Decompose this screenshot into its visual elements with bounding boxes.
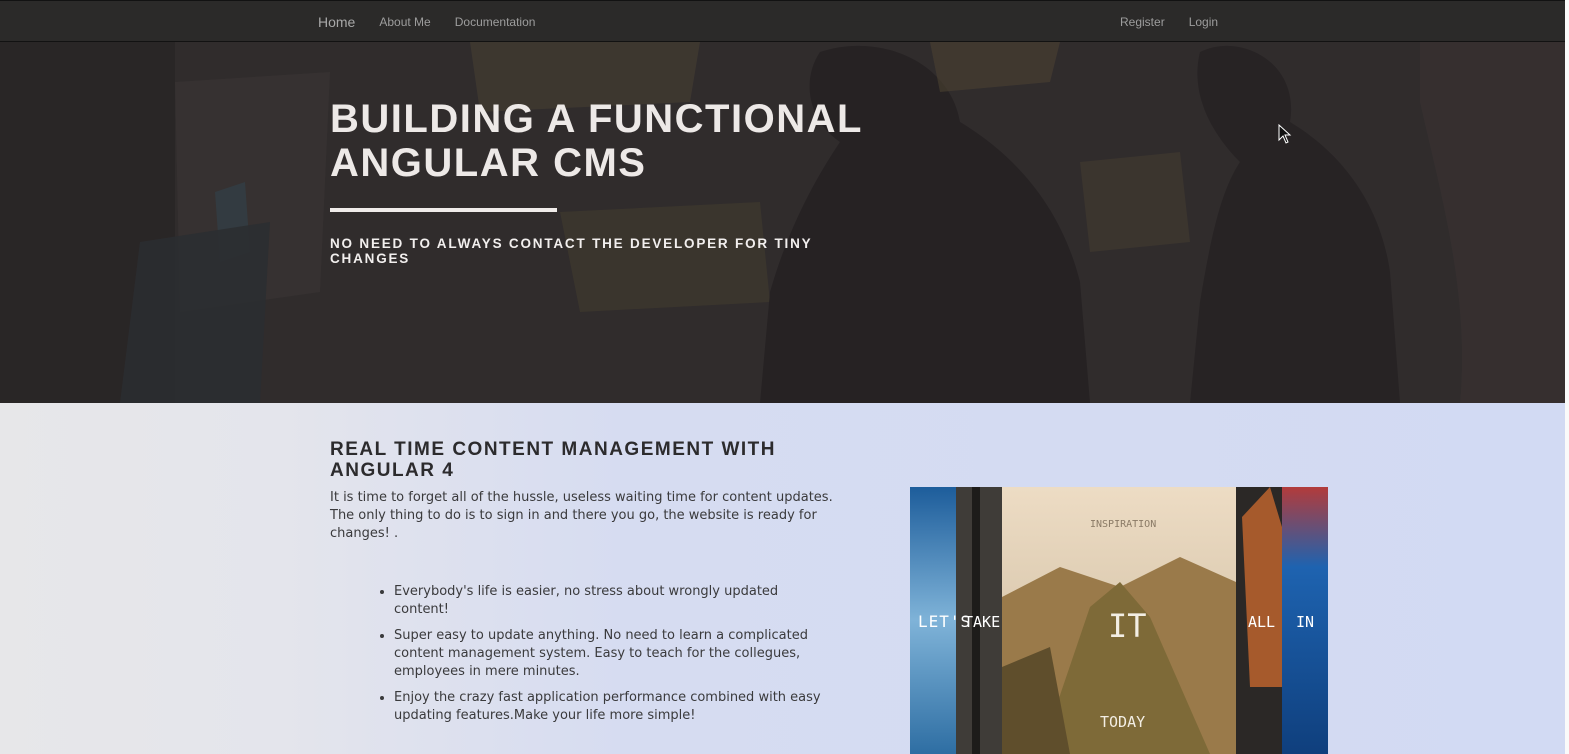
mouse-cursor-icon: [1278, 124, 1292, 144]
hero-subtitle: NO NEED TO ALWAYS CONTACT THE DEVELOPER …: [330, 236, 813, 266]
hero-title: BUILDING A FUNCTIONAL ANGULAR CMS: [330, 97, 863, 185]
list-item: Super easy to update anything. No need t…: [394, 627, 824, 681]
feature-list: Everybody's life is easier, no stress ab…: [376, 583, 824, 733]
nav-register-link[interactable]: Register: [1120, 15, 1165, 29]
nav-left-group: Home About Me Documentation: [318, 1, 559, 43]
section-intro: It is time to forget all of the hussle, …: [330, 490, 833, 541]
hero-banner: BUILDING A FUNCTIONAL ANGULAR CMS NO NEE…: [0, 42, 1565, 403]
promo-word-all: ALL: [1248, 613, 1275, 631]
top-navbar: Home About Me Documentation Register Log…: [0, 0, 1565, 42]
promo-word-take: TAKE: [964, 613, 1000, 631]
promo-image: LET'S TAKE INSPIRATION IT TODAY ALL IN: [910, 487, 1328, 754]
hero-divider: [330, 208, 557, 212]
list-item: Everybody's life is easier, no stress ab…: [394, 583, 824, 619]
nav-home-link[interactable]: Home: [318, 14, 355, 30]
nav-documentation-link[interactable]: Documentation: [455, 15, 536, 29]
promo-image-graphic: LET'S TAKE INSPIRATION IT TODAY ALL IN: [910, 487, 1328, 754]
promo-word-it: IT: [1108, 607, 1147, 645]
promo-word-inspiration: INSPIRATION: [1090, 519, 1156, 530]
nav-login-link[interactable]: Login: [1189, 15, 1218, 29]
nav-about-me-link[interactable]: About Me: [379, 15, 430, 29]
section-title: REAL TIME CONTENT MANAGEMENT WITH ANGULA…: [330, 439, 777, 481]
features-section: REAL TIME CONTENT MANAGEMENT WITH ANGULA…: [0, 403, 1565, 754]
promo-word-in: IN: [1296, 613, 1314, 631]
list-item: Enjoy the crazy fast application perform…: [394, 689, 824, 725]
page-scrollbar[interactable]: [1565, 0, 1569, 754]
nav-right-group: Register Login: [1120, 1, 1242, 43]
promo-word-today: TODAY: [1100, 713, 1145, 731]
